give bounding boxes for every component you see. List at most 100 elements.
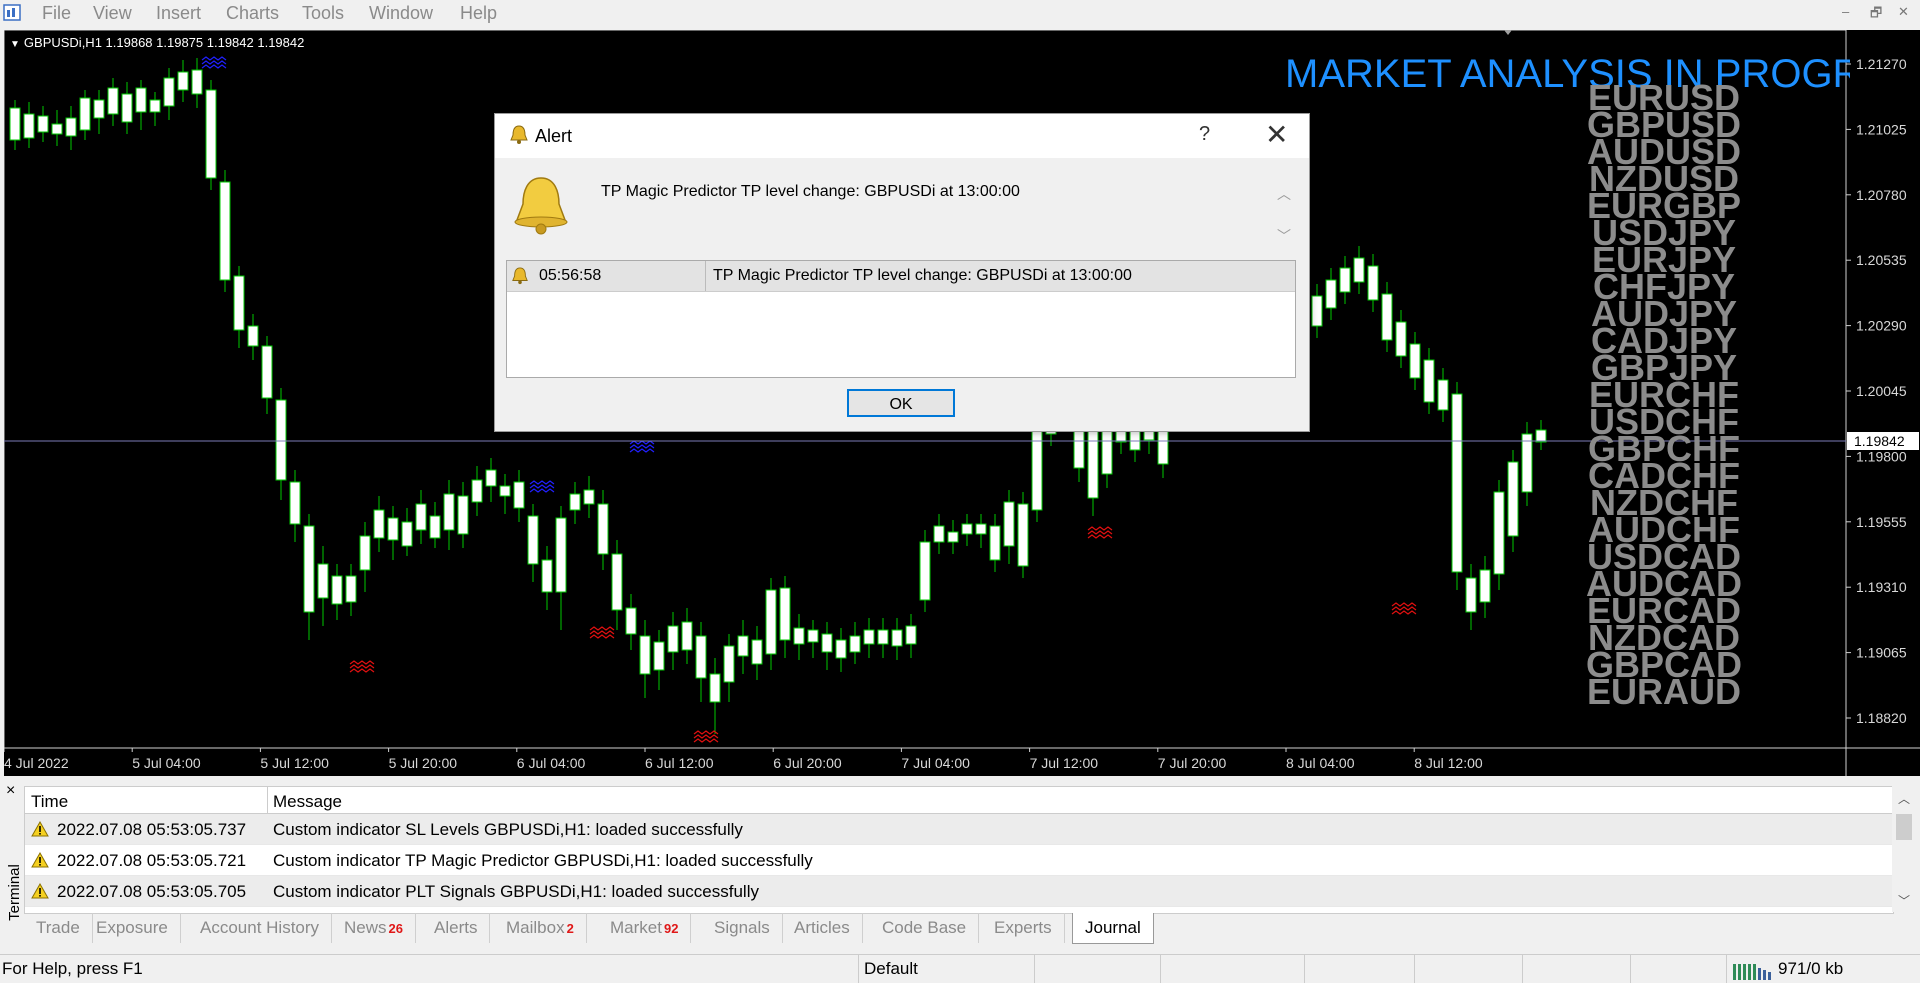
candle-body <box>415 503 427 531</box>
time-label: 7 Jul 12:00 <box>1030 755 1099 771</box>
candle-body <box>667 625 679 653</box>
menu-help[interactable]: Help <box>460 3 497 24</box>
candle-body <box>387 517 399 541</box>
candle-body <box>807 629 819 643</box>
candle-body <box>793 627 805 645</box>
minimize-button[interactable]: – <box>1842 4 1849 19</box>
tab-badge: 26 <box>388 921 403 936</box>
candle-body <box>373 509 385 539</box>
scroll-down-icon[interactable]: ﹀ <box>1898 892 1910 909</box>
candle-body <box>569 493 581 511</box>
close-icon[interactable]: ✕ <box>1265 118 1288 151</box>
bell-icon <box>510 125 528 144</box>
journal-header: Time Message <box>25 787 1893 814</box>
menu-insert[interactable]: Insert <box>156 3 201 24</box>
help-icon[interactable]: ? <box>1199 123 1210 146</box>
candle-body <box>191 69 203 95</box>
column-header-message[interactable]: Message <box>273 792 342 812</box>
alert-history-row[interactable]: 05:56:58 TP Magic Predictor TP level cha… <box>507 261 1295 292</box>
journal-row[interactable]: 2022.07.08 05:53:05.737 Custom indicator… <box>25 814 1893 845</box>
pair-label: EURAUD <box>1586 671 1741 712</box>
journal-message: Custom indicator SL Levels GBPUSDi,H1: l… <box>273 820 743 839</box>
candle-body <box>443 493 455 531</box>
candle-body <box>205 89 217 179</box>
price-label: 1.20535 <box>1856 252 1907 268</box>
scroll-thumb[interactable] <box>1896 814 1912 840</box>
candle-body <box>877 629 889 645</box>
low-signal-marker <box>1391 606 1417 611</box>
time-label: 4 Jul 2022 <box>4 755 69 771</box>
tab-market[interactable]: Market 92 <box>598 913 692 943</box>
candle-body <box>1395 321 1407 357</box>
journal-scrollbar[interactable]: ︿ ﹀ <box>1892 786 1916 912</box>
candle-body <box>597 503 609 555</box>
status-divider <box>1034 955 1035 983</box>
menu-charts[interactable]: Charts <box>226 3 279 24</box>
menu-tools[interactable]: Tools <box>302 3 344 24</box>
tab-label: Signals <box>714 918 770 937</box>
dropdown-triangle-icon[interactable]: ▼ <box>10 39 20 50</box>
tab-articles[interactable]: Articles <box>782 913 863 943</box>
candle-body <box>1031 427 1043 511</box>
restore-button[interactable]: 🗗 <box>1870 4 1882 26</box>
low-signal-marker <box>1087 530 1113 535</box>
tab-alerts[interactable]: Alerts <box>422 913 491 943</box>
status-profile: Default <box>864 959 918 978</box>
candle-body <box>1521 433 1533 493</box>
candle-body <box>1339 267 1351 293</box>
tab-exposure[interactable]: Exposure <box>84 913 181 943</box>
candle-body <box>79 97 91 131</box>
tab-experts[interactable]: Experts <box>982 913 1065 943</box>
candle-body <box>23 113 35 139</box>
low-signal-marker <box>1087 534 1113 539</box>
candle-body <box>1535 429 1547 443</box>
menu-window[interactable]: Window <box>369 3 433 24</box>
candle-body <box>611 553 623 611</box>
low-signal-marker <box>1391 610 1417 615</box>
journal-row[interactable]: 2022.07.08 05:53:05.721 Custom indicator… <box>25 845 1893 876</box>
close-window-button[interactable]: ✕ <box>1898 4 1909 20</box>
shift-marker-icon <box>1504 30 1512 35</box>
terminal-close-icon[interactable]: × <box>6 782 15 800</box>
scroll-up-icon[interactable]: ︿ <box>1277 184 1291 204</box>
pair-list: EURUSD GBPUSD AUDUSD NZDUSD EURGBP USDJPY EURJ… <box>1564 80 1764 712</box>
tab-label: Articles <box>794 918 850 937</box>
time-label: 7 Jul 04:00 <box>901 755 970 771</box>
time-label: 8 Jul 04:00 <box>1286 755 1355 771</box>
tab-code-base[interactable]: Code Base <box>870 913 980 943</box>
column-header-time[interactable]: Time <box>31 792 68 812</box>
tab-trade[interactable]: Trade <box>24 913 93 943</box>
candle-body <box>51 123 63 135</box>
candle-body <box>905 625 917 645</box>
time-label: 8 Jul 12:00 <box>1414 755 1483 771</box>
ok-button[interactable]: OK <box>847 389 955 417</box>
high-signal-marker <box>629 444 655 449</box>
tab-account-history[interactable]: Account History <box>188 913 333 943</box>
tab-label: Code Base <box>882 918 967 937</box>
tab-label: Alerts <box>434 918 478 937</box>
candle-body <box>317 563 329 599</box>
menu-view[interactable]: View <box>93 3 132 24</box>
journal-time: 2022.07.08 05:53:05.705 <box>57 882 247 901</box>
candle-body <box>849 635 861 653</box>
scroll-down-icon[interactable]: ﹀ <box>1277 226 1291 246</box>
candle-body <box>1479 569 1491 603</box>
high-signal-marker <box>529 480 555 485</box>
tab-journal[interactable]: Journal <box>1072 913 1154 944</box>
tab-signals[interactable]: Signals <box>702 913 783 943</box>
journal-row[interactable]: 2022.07.08 05:53:05.705 Custom indicator… <box>25 876 1893 907</box>
menu-file[interactable]: File <box>42 3 71 24</box>
low-signal-marker <box>349 668 375 673</box>
tab-badge: 2 <box>566 921 574 936</box>
candle-body <box>681 621 693 651</box>
low-signal-marker <box>349 664 375 669</box>
time-label: 5 Jul 12:00 <box>260 755 329 771</box>
candle-body <box>401 521 413 547</box>
tab-news[interactable]: News 26 <box>332 913 416 943</box>
status-bar: For Help, press F1 Default 971/0 kb <box>0 954 1920 983</box>
journal-table: Time Message 2022.07.08 05:53:05.737 Cus… <box>24 786 1894 914</box>
scroll-up-icon[interactable]: ︿ <box>1898 790 1910 807</box>
candle-body <box>1017 503 1029 567</box>
candle-body <box>1353 257 1365 283</box>
tab-mailbox[interactable]: Mailbox 2 <box>494 913 587 943</box>
